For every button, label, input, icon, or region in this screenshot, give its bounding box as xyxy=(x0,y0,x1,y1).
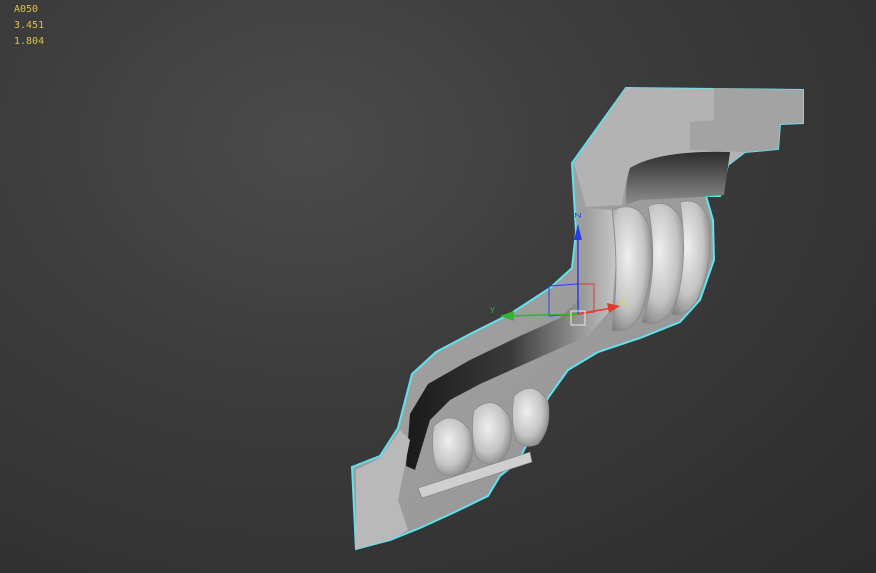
lower-flute-1 xyxy=(432,417,474,477)
3d-viewport[interactable]: A050 3.451 1.804 Z Y X xyxy=(0,0,876,573)
gizmo-z-label: Z xyxy=(574,212,583,218)
lower-flute-3 xyxy=(512,388,550,447)
cornice-moulding-object[interactable] xyxy=(350,86,804,551)
lower-flute-2 xyxy=(472,402,513,465)
viewport-canvas: Z Y X xyxy=(350,86,804,551)
gizmo-x-label: X xyxy=(620,298,626,307)
gizmo-y-label: Y xyxy=(489,306,495,315)
